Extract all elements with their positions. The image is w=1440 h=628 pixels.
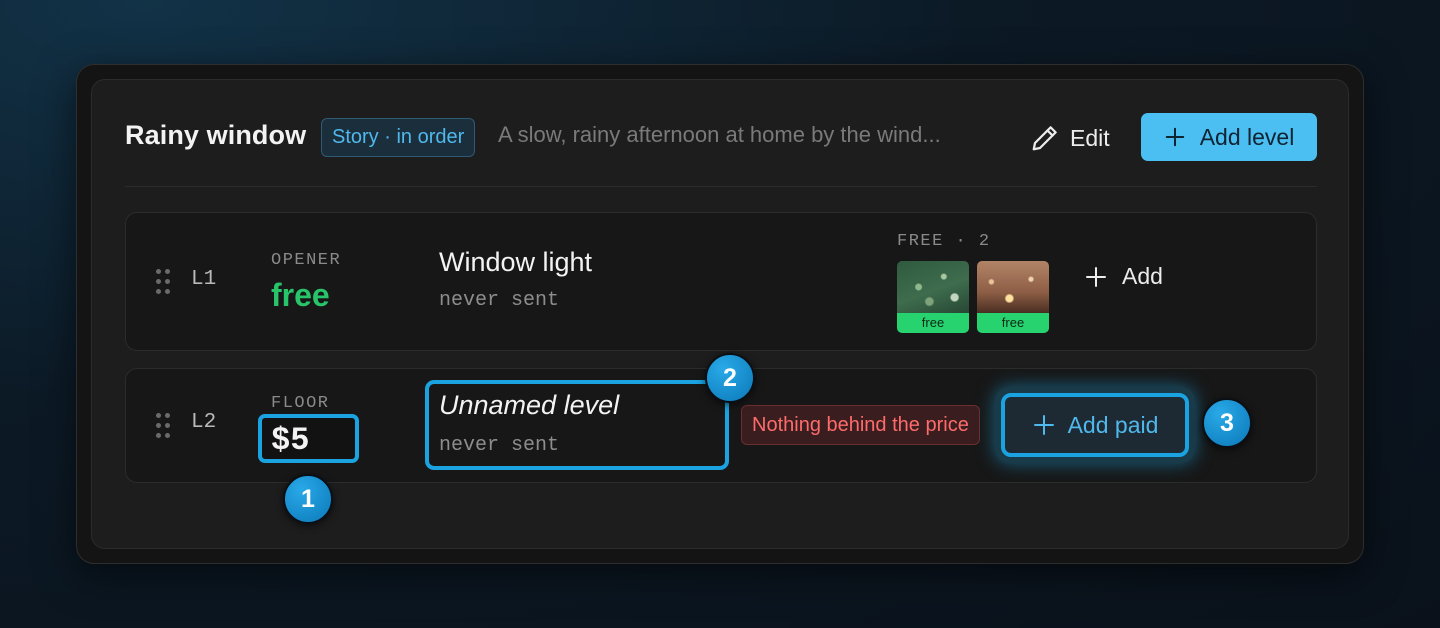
add-paid-highlight: Add paid (995, 387, 1195, 463)
free-tag: free (977, 313, 1049, 333)
level-editor-panel: Rainy window Story · in order A slow, ra… (76, 64, 1364, 564)
header-divider (125, 186, 1317, 187)
level-status: never sent (439, 289, 560, 312)
step-marker-3: 3 (1202, 398, 1252, 448)
level-status: never sent (439, 434, 560, 457)
add-paid-label: Add paid (1067, 411, 1159, 438)
level-name: Unnamed level (439, 390, 620, 420)
level-id: L1 (191, 268, 217, 291)
edit-button[interactable]: Edit (1030, 118, 1110, 158)
level-id: L2 (191, 411, 217, 434)
add-level-button[interactable]: Add level (1141, 113, 1317, 161)
add-level-label: Add level (1199, 123, 1295, 150)
media-thumbnail[interactable]: free (977, 261, 1049, 333)
price-input[interactable]: $5 (258, 414, 359, 463)
free-items-count: FREE · 2 (897, 232, 991, 251)
level-name[interactable]: Window light (439, 247, 592, 278)
header: Rainy window Story · in order A slow, ra… (92, 80, 1348, 186)
add-free-button[interactable]: Add (1084, 263, 1163, 290)
step-marker-1: 1 (283, 474, 333, 524)
mode-badge: Story · in order (321, 118, 476, 157)
add-label: Add (1122, 263, 1163, 289)
pencil-icon (1032, 126, 1057, 151)
step-marker-2: 2 (705, 353, 755, 403)
plus-icon (1086, 266, 1106, 287)
level-row: L1 OPENER free Window light never sent F… (125, 212, 1317, 351)
collection-description: A slow, rainy afternoon at home by the w… (498, 122, 941, 147)
add-paid-button[interactable]: Add paid (1001, 393, 1189, 457)
drag-handle-icon[interactable] (156, 269, 170, 295)
drag-handle-icon[interactable] (156, 413, 170, 439)
thumbnail-image (897, 261, 969, 313)
free-tag: free (897, 313, 969, 333)
media-thumbnail[interactable]: free (897, 261, 969, 333)
plus-icon (1165, 127, 1184, 147)
warning-badge: Nothing behind the price (741, 405, 980, 445)
level-price[interactable]: free (271, 277, 330, 314)
level-editor-card: Rainy window Story · in order A slow, ra… (91, 79, 1349, 549)
collection-title: Rainy window (125, 120, 307, 150)
level-kind: OPENER (271, 251, 342, 270)
thumbnail-image (977, 261, 1049, 313)
plus-icon (1033, 415, 1054, 435)
price-value: $5 (271, 422, 310, 459)
level-name-field[interactable]: Unnamed level never sent (425, 380, 729, 470)
level-kind: FLOOR (271, 394, 330, 413)
edit-label: Edit (1070, 124, 1110, 151)
